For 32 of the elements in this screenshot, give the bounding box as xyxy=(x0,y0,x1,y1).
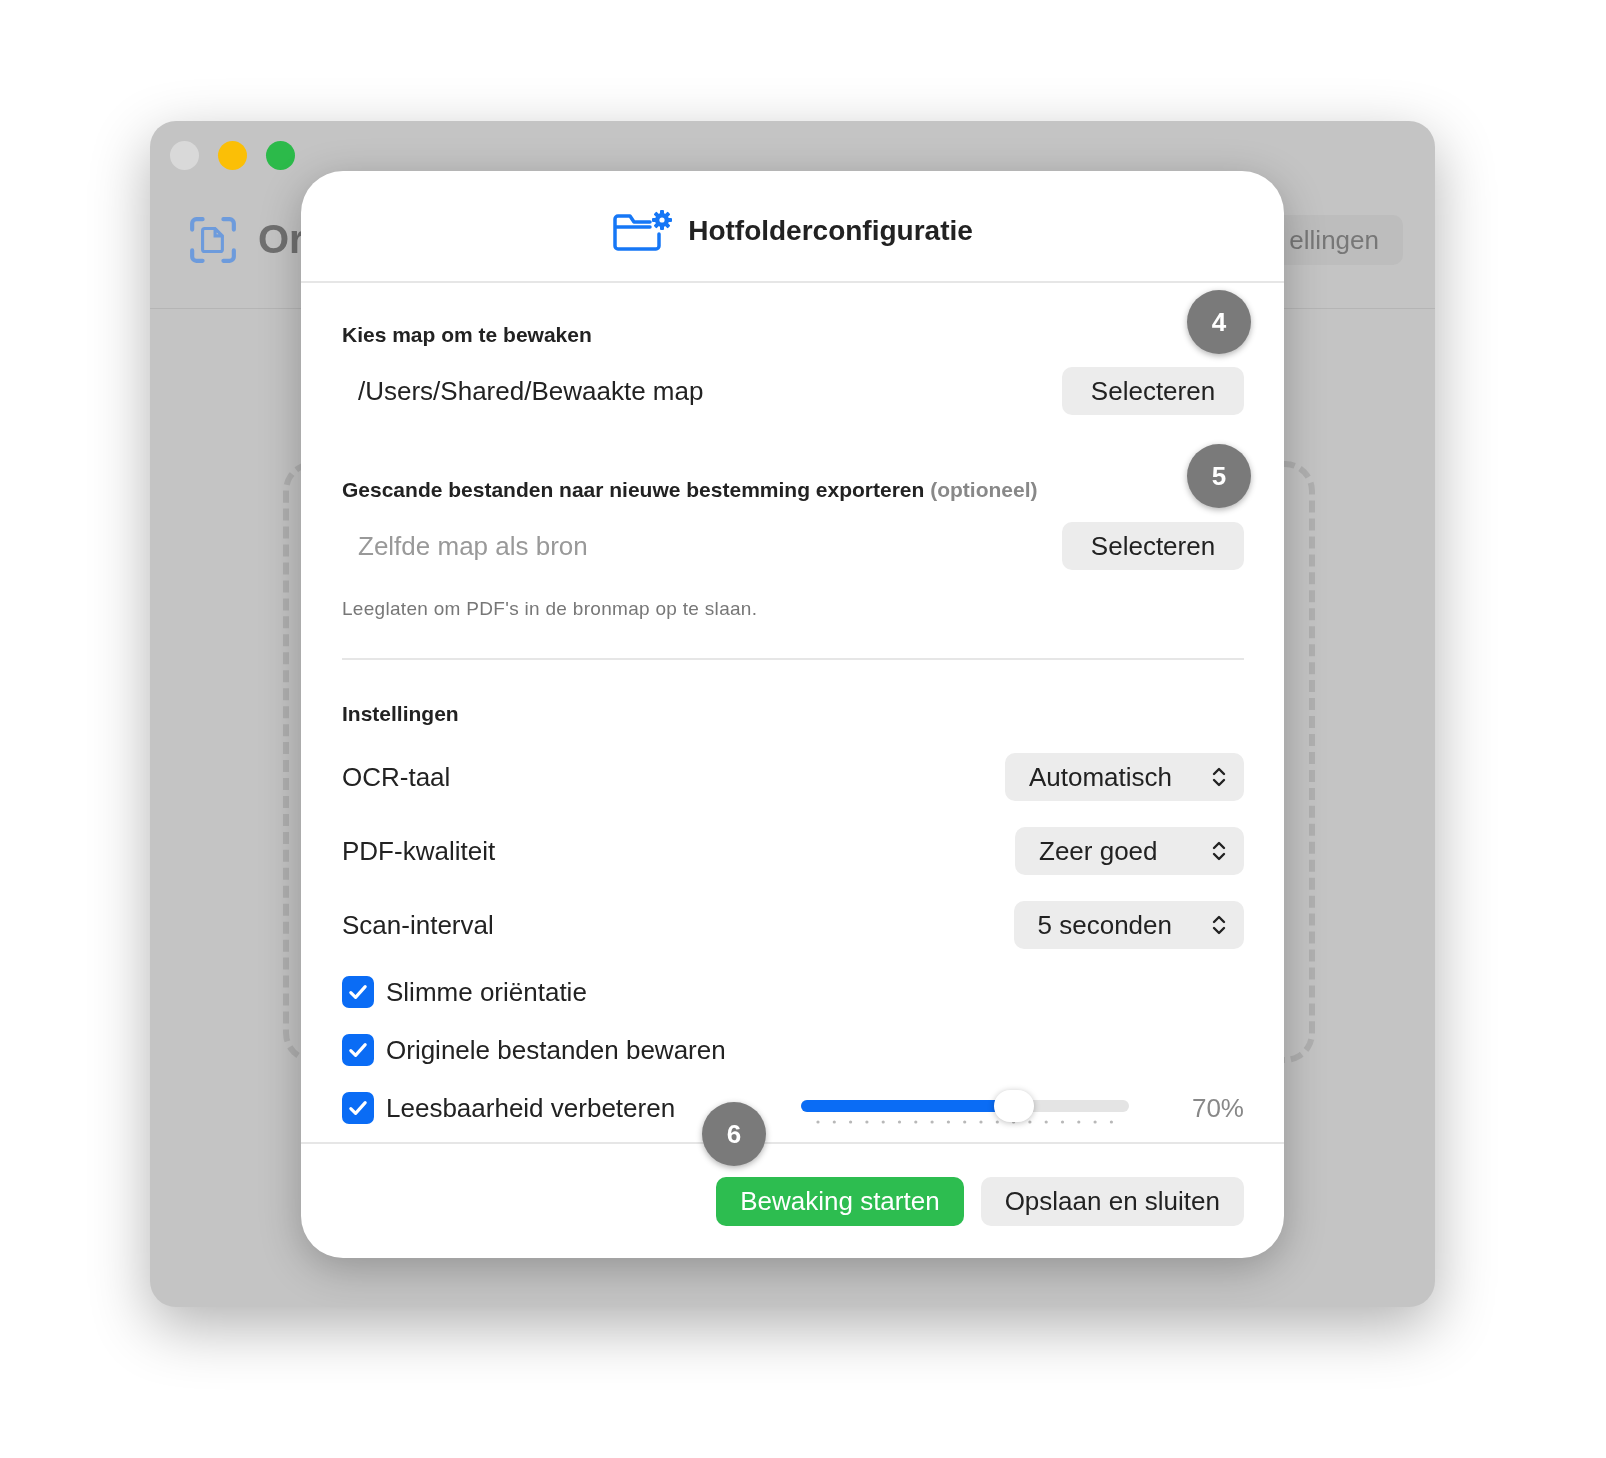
dropdown[interactable]: Automatisch xyxy=(1004,753,1244,801)
checkbox[interactable] xyxy=(342,1092,374,1124)
slider-thumb[interactable] xyxy=(994,1090,1035,1122)
checkbox-label: Slimme oriëntatie xyxy=(386,976,587,1008)
checkbox-label: Originele bestanden bewaren xyxy=(386,1034,726,1066)
setting-label: Scan-interval xyxy=(342,909,494,941)
chevron-updown-icon xyxy=(1212,766,1226,788)
app-title: Or xyxy=(258,217,305,262)
destination-field[interactable]: Zelfde map als bron xyxy=(342,530,958,562)
setting-label: OCR-taal xyxy=(342,761,451,793)
folder-gear-icon xyxy=(612,210,673,252)
checkbox-label: Leesbaarheid verbeteren xyxy=(386,1092,676,1124)
save-button[interactable]: Opslaan en sluiten xyxy=(980,1177,1244,1226)
section-heading: Kies map om te bewaken xyxy=(342,323,592,347)
section-heading: Gescande bestanden naar nieuwe bestemming exporteren (optioneel) xyxy=(342,478,1038,502)
dropdown[interactable]: 5 seconden xyxy=(1013,901,1244,949)
chevron-updown-icon xyxy=(1212,840,1226,862)
hint-text: Leeglaten om PDF's in de bronmap op te slaan. xyxy=(342,598,759,620)
section-heading: Instellingen xyxy=(342,702,459,726)
slider-value: 70% xyxy=(1191,1092,1244,1124)
chevron-updown-icon xyxy=(1212,914,1226,936)
select-button[interactable]: Selecteren xyxy=(1062,367,1244,415)
select-button[interactable]: Selecteren xyxy=(1062,522,1244,570)
minimize-dot-icon[interactable] xyxy=(218,141,247,170)
dialog-title: Hotfolderconfiguratie xyxy=(688,215,973,247)
setting-label: PDF-kwaliteit xyxy=(342,835,496,867)
folder-path: /Users/Shared/Bewaakte map xyxy=(357,375,704,407)
checkbox[interactable] xyxy=(342,1034,374,1066)
document-scan-icon xyxy=(188,214,238,265)
dropdown[interactable]: Zeer goed xyxy=(1015,827,1244,875)
checkbox[interactable] xyxy=(342,976,374,1008)
zoom-dot-icon[interactable] xyxy=(266,141,295,170)
